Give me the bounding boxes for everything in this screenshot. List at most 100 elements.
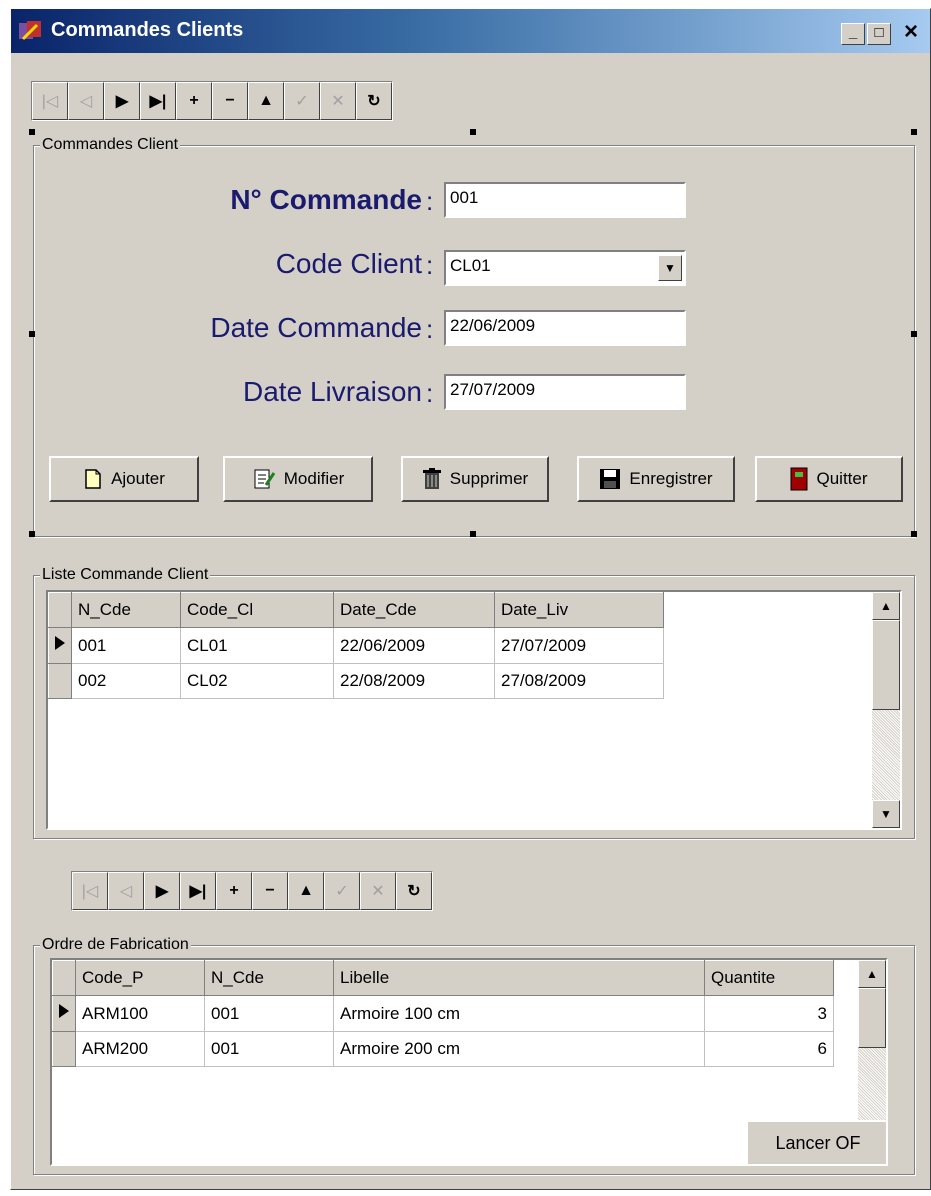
cell-date-liv[interactable]: 27/08/2009 — [494, 663, 664, 699]
column-header[interactable]: Code_P — [75, 960, 205, 996]
scroll-down-icon[interactable]: ▼ — [872, 800, 900, 828]
cell-quantite[interactable]: 3 — [704, 995, 834, 1032]
ordres-table: Code_P N_Cde Libelle Quantite ARM100 001… — [52, 960, 834, 1067]
group-legend: Liste Commande Client — [40, 566, 211, 584]
minimize-button[interactable]: _ — [841, 23, 865, 45]
modifier-label: Modifier — [283, 469, 345, 488]
insert-record-icon[interactable]: + — [216, 872, 252, 910]
edit-document-icon — [254, 469, 276, 489]
selection-handle[interactable] — [29, 129, 35, 135]
first-record-icon[interactable]: |◁ — [32, 82, 68, 120]
post-edit-icon[interactable]: ✓ — [284, 82, 320, 120]
cancel-edit-icon[interactable]: ✕ — [360, 872, 396, 910]
cell-date-cde[interactable]: 22/06/2009 — [333, 627, 495, 664]
scroll-thumb[interactable] — [858, 988, 886, 1048]
column-header[interactable]: Code_Cl — [180, 592, 334, 628]
save-icon — [600, 469, 621, 489]
cell-n-cde[interactable]: 001 — [204, 995, 334, 1032]
lancer-of-button[interactable]: Lancer OF — [746, 1120, 886, 1164]
cell-code-p[interactable]: ARM200 — [75, 1031, 205, 1067]
main-window: Commandes Clients _ □ × |◁ ◁ ▶ ▶| + − ▲ ✓ ✕ ↻ Com… — [10, 8, 931, 1190]
trash-icon — [422, 468, 441, 489]
commandes-table: N_Cde Code_Cl Date_Cde Date_Liv 001 CL01… — [48, 592, 664, 699]
vertical-scrollbar[interactable]: ▲ ▼ — [872, 592, 900, 828]
ajouter-button[interactable]: Ajouter — [49, 456, 199, 502]
table-row[interactable]: ARM100 001 Armoire 100 cm 3 — [52, 995, 834, 1032]
n-commande-field[interactable]: 001 — [444, 182, 686, 218]
selection-handle[interactable] — [911, 331, 917, 337]
cell-n-cde[interactable]: 002 — [71, 663, 181, 699]
next-record-icon[interactable]: ▶ — [104, 82, 140, 120]
refresh-icon[interactable]: ↻ — [396, 872, 432, 910]
indicator-header — [48, 592, 72, 628]
edit-record-icon[interactable]: ▲ — [248, 82, 284, 120]
selection-handle[interactable] — [29, 531, 35, 537]
ordre-fabrication-group: Ordre de Fabrication Code_P N_Cde Libell… — [33, 936, 915, 1175]
column-header[interactable]: N_Cde — [71, 592, 181, 628]
last-record-icon[interactable]: ▶| — [180, 872, 216, 910]
edit-record-icon[interactable]: ▲ — [288, 872, 324, 910]
column-header[interactable]: N_Cde — [204, 960, 334, 996]
prior-record-icon[interactable]: ◁ — [68, 82, 104, 120]
cell-quantite[interactable]: 6 — [704, 1031, 834, 1067]
cell-libelle[interactable]: Armoire 100 cm — [333, 995, 705, 1032]
cell-code-p[interactable]: ARM100 — [75, 995, 205, 1032]
cell-code-cl[interactable]: CL01 — [180, 627, 334, 664]
row-indicator — [52, 1031, 76, 1067]
supprimer-button[interactable]: Supprimer — [401, 456, 549, 502]
selection-handle[interactable] — [470, 129, 476, 135]
last-record-icon[interactable]: ▶| — [140, 82, 176, 120]
quitter-button[interactable]: Quitter — [755, 456, 903, 502]
insert-record-icon[interactable]: + — [176, 82, 212, 120]
prior-record-icon[interactable]: ◁ — [108, 872, 144, 910]
commandes-grid[interactable]: N_Cde Code_Cl Date_Cde Date_Liv 001 CL01… — [46, 590, 902, 830]
lancer-of-label: Lancer OF — [775, 1132, 861, 1153]
scroll-up-icon[interactable]: ▲ — [872, 592, 900, 620]
scroll-thumb[interactable] — [872, 620, 900, 710]
colon-label: : — [426, 186, 434, 216]
post-edit-icon[interactable]: ✓ — [324, 872, 360, 910]
group-legend: Ordre de Fabrication — [40, 936, 191, 954]
selection-handle[interactable] — [911, 531, 917, 537]
selection-handle[interactable] — [29, 331, 35, 337]
scroll-up-icon[interactable]: ▲ — [858, 960, 886, 988]
colon-label: : — [426, 378, 434, 408]
cell-code-cl[interactable]: CL02 — [180, 663, 334, 699]
exit-door-icon — [790, 467, 808, 491]
enregistrer-button[interactable]: Enregistrer — [577, 456, 735, 502]
colon-label: : — [426, 250, 434, 280]
column-header[interactable]: Date_Liv — [494, 592, 664, 628]
maximize-button[interactable]: □ — [867, 23, 891, 45]
selection-handle[interactable] — [470, 531, 476, 537]
ordres-grid[interactable]: Code_P N_Cde Libelle Quantite ARM100 001… — [50, 958, 888, 1166]
cell-date-liv[interactable]: 27/07/2009 — [494, 627, 664, 664]
refresh-icon[interactable]: ↻ — [356, 82, 392, 120]
date-livraison-field[interactable]: 27/07/2009 — [444, 374, 686, 410]
cancel-edit-icon[interactable]: ✕ — [320, 82, 356, 120]
code-client-value: CL01 — [450, 256, 491, 275]
delete-record-icon[interactable]: − — [212, 82, 248, 120]
supprimer-label: Supprimer — [449, 469, 529, 488]
column-header[interactable]: Quantite — [704, 960, 834, 996]
cell-libelle[interactable]: Armoire 200 cm — [333, 1031, 705, 1067]
row-indicator — [48, 663, 72, 699]
cell-date-cde[interactable]: 22/08/2009 — [333, 663, 495, 699]
delete-record-icon[interactable]: − — [252, 872, 288, 910]
column-header[interactable]: Date_Cde — [333, 592, 495, 628]
cell-n-cde[interactable]: 001 — [204, 1031, 334, 1067]
first-record-icon[interactable]: |◁ — [72, 872, 108, 910]
next-record-icon[interactable]: ▶ — [144, 872, 180, 910]
chevron-down-icon[interactable]: ▼ — [658, 255, 682, 281]
date-commande-field[interactable]: 22/06/2009 — [444, 310, 686, 346]
table-row[interactable]: 001 CL01 22/06/2009 27/07/2009 — [48, 627, 664, 664]
modifier-button[interactable]: Modifier — [223, 456, 373, 502]
table-row[interactable]: ARM200 001 Armoire 200 cm 6 — [52, 1031, 834, 1067]
liste-commande-group: Liste Commande Client N_Cde Code_Cl Date… — [33, 566, 915, 839]
column-header[interactable]: Libelle — [333, 960, 705, 996]
close-button[interactable]: × — [895, 20, 927, 45]
code-client-select[interactable]: CL01 ▼ — [444, 250, 686, 286]
cell-n-cde[interactable]: 001 — [71, 627, 181, 664]
table-row[interactable]: 002 CL02 22/08/2009 27/08/2009 — [48, 663, 664, 699]
selection-handle[interactable] — [911, 129, 917, 135]
title-bar[interactable]: Commandes Clients _ □ × — [11, 9, 930, 53]
